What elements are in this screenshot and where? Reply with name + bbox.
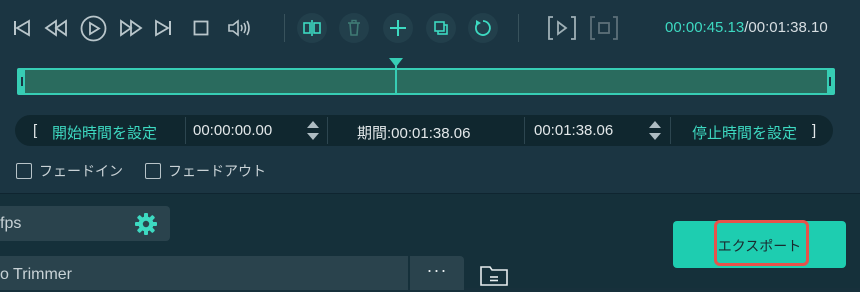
split-icon[interactable] bbox=[297, 13, 327, 43]
fade-out-option[interactable]: フェードアウト bbox=[145, 161, 266, 181]
fade-in-label: フェードイン bbox=[39, 163, 123, 179]
bracket-right: ] bbox=[812, 122, 817, 139]
timecode-display: 00:00:45.13/00:01:38.10 bbox=[665, 19, 828, 36]
delete-icon[interactable] bbox=[339, 13, 369, 43]
export-highlight-box bbox=[714, 220, 809, 266]
gear-icon[interactable] bbox=[135, 213, 157, 240]
skip-to-end-icon[interactable] bbox=[153, 19, 173, 37]
fade-in-option[interactable]: フェードイン bbox=[16, 161, 123, 181]
toolbar-divider bbox=[284, 14, 285, 42]
fade-in-checkbox[interactable] bbox=[16, 163, 32, 179]
skip-to-start-icon[interactable] bbox=[12, 19, 32, 37]
copy-icon[interactable] bbox=[426, 13, 456, 43]
mark-out-icon[interactable] bbox=[589, 15, 619, 41]
format-summary: fps bbox=[0, 215, 22, 232]
trim-end-handle[interactable] bbox=[827, 70, 833, 93]
volume-icon[interactable] bbox=[227, 18, 253, 38]
total-time: /00:01:38.10 bbox=[744, 19, 828, 36]
step-forward-icon[interactable] bbox=[119, 19, 143, 37]
start-time-stepper[interactable] bbox=[306, 118, 320, 143]
decrement-icon[interactable] bbox=[307, 133, 319, 140]
increment-icon[interactable] bbox=[649, 121, 661, 128]
decrement-icon[interactable] bbox=[649, 133, 661, 140]
set-end-time-button[interactable]: 停止時間を設定 bbox=[692, 122, 797, 143]
folder-icon[interactable] bbox=[479, 263, 509, 292]
fade-out-checkbox[interactable] bbox=[145, 163, 161, 179]
trim-start-handle[interactable] bbox=[19, 70, 25, 93]
set-start-time-button[interactable]: 開始時間を設定 bbox=[52, 122, 157, 143]
output-name-value: o Trimmer bbox=[0, 266, 72, 283]
stop-icon[interactable] bbox=[193, 20, 209, 36]
toolbar-divider bbox=[518, 14, 519, 42]
play-icon[interactable] bbox=[80, 15, 107, 42]
more-icon: ··· bbox=[426, 260, 448, 280]
end-time-stepper[interactable] bbox=[648, 118, 662, 143]
reset-icon[interactable] bbox=[468, 13, 498, 43]
more-options-button[interactable]: ··· bbox=[410, 256, 464, 290]
output-format-field[interactable]: fps bbox=[0, 206, 170, 241]
trim-timeline[interactable] bbox=[17, 68, 835, 95]
duration-label: 期間:00:01:38.06 bbox=[357, 125, 471, 142]
mark-in-icon[interactable] bbox=[547, 15, 577, 41]
start-time-field[interactable]: 00:00:00.00 bbox=[193, 122, 272, 139]
trim-time-bar: [ 開始時間を設定 00:00:00.00 期間:00:01:38.06 00:… bbox=[15, 115, 833, 146]
increment-icon[interactable] bbox=[307, 121, 319, 128]
fade-out-label: フェードアウト bbox=[168, 163, 266, 179]
step-back-icon[interactable] bbox=[44, 19, 68, 37]
end-time-field[interactable]: 00:01:38.06 bbox=[534, 122, 613, 139]
output-name-field[interactable]: o Trimmer bbox=[0, 256, 408, 290]
add-icon[interactable] bbox=[383, 13, 413, 43]
playhead-marker-icon[interactable] bbox=[389, 58, 403, 67]
bracket-left: [ bbox=[33, 122, 38, 139]
current-time: 00:00:45.13 bbox=[665, 19, 745, 36]
